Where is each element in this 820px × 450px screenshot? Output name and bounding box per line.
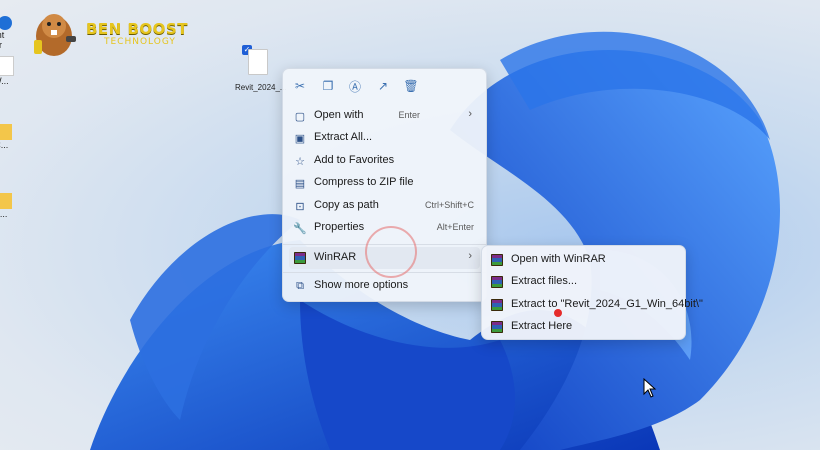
menu-item-label: WinRAR (314, 251, 357, 263)
beaver-logo-icon (34, 14, 76, 56)
menu-item-label: Open with (314, 109, 364, 121)
submenu-item-label: Extract Here (511, 320, 573, 332)
desktop-icon-3[interactable]: RC... (0, 124, 18, 150)
submenu-item-label: Extract files... (511, 275, 578, 287)
desktop-icon-2[interactable]: AW... (0, 56, 18, 86)
winrar-icon (491, 299, 503, 311)
desktop-icon-label: er (0, 40, 2, 50)
menu-item-open-with[interactable]: ▢ Open with Enter › (289, 105, 480, 127)
file-icon (248, 49, 268, 75)
zip-icon: ▤ (294, 177, 306, 190)
menu-item-label: Copy as path (314, 199, 379, 211)
path-icon: ⊡ (295, 200, 305, 213)
winrar-icon (491, 276, 503, 288)
chevron-right-icon: › (468, 250, 472, 262)
winrar-icon (491, 321, 503, 333)
menu-item-label: Add to Favorites (314, 154, 395, 166)
menu-item-copy-path[interactable]: ⊡ Copy as path Ctrl+Shift+C (289, 195, 480, 217)
submenu-item-extract-to-folder[interactable]: Extract to "Revit_2024_G1_Win_64bit\" (488, 294, 703, 316)
channel-logo (28, 6, 84, 67)
desktop-file-revit[interactable]: ✓ Revit_2024_... (233, 44, 287, 94)
desktop-icon-label: P -... (0, 209, 8, 219)
winrar-submenu: Open with WinRAR Extract files... Extrac… (481, 245, 703, 340)
cut-icon[interactable]: ✂ (291, 77, 309, 95)
more-options-icon: ⧉ (296, 279, 304, 292)
rename-icon[interactable]: Ⓐ (346, 77, 364, 95)
submenu-item-extract-files[interactable]: Extract files... (488, 271, 679, 293)
menu-item-label: Show more options (314, 279, 409, 291)
click-indicator (365, 226, 417, 278)
menu-item-compress-zip[interactable]: ▤ Compress to ZIP file (289, 172, 480, 194)
menu-item-show-more-options[interactable]: ⧉ Show more options (289, 275, 480, 297)
logo-title: BEN BOOST (86, 20, 188, 38)
menu-item-label: Extract All... (314, 131, 373, 143)
star-icon: ☆ (295, 155, 305, 168)
desktop-icon-label: RC... (0, 140, 9, 150)
cursor-dot (554, 309, 562, 317)
submenu-item-open-with-winrar[interactable]: Open with WinRAR (488, 249, 679, 271)
delete-icon[interactable]: 🗑 (402, 77, 420, 95)
desktop-icon-label: ont (0, 30, 5, 40)
menu-item-label: Compress to ZIP file (314, 176, 414, 188)
copy-icon[interactable]: ❐ (319, 77, 337, 95)
menu-item-extract-all[interactable]: ▣ Extract All... (289, 127, 480, 149)
menu-item-shortcut: Enter (398, 110, 420, 120)
file-label: Revit_2024_... (235, 83, 287, 92)
context-menu-icon-bar: ✂ ❐ Ⓐ ↗ 🗑 (283, 69, 486, 103)
mouse-cursor-icon (643, 378, 657, 398)
logo-subtitle: TECHNOLOGY (104, 37, 176, 47)
desktop-icon-1[interactable]: ont er (0, 16, 18, 50)
winrar-icon (491, 254, 503, 266)
menu-item-add-favorites[interactable]: ☆ Add to Favorites (289, 150, 480, 172)
desktop-icon-4[interactable]: P -... (0, 193, 18, 219)
menu-item-label: Properties (314, 221, 365, 233)
menu-item-shortcut: Ctrl+Shift+C (424, 200, 474, 210)
desktop-icon-label: AW... (0, 76, 9, 86)
open-with-icon: ▢ (294, 110, 306, 123)
share-icon[interactable]: ↗ (374, 77, 392, 95)
winrar-icon (293, 251, 307, 265)
menu-item-shortcut: Alt+Enter (436, 222, 474, 232)
extract-all-icon: ▣ (294, 132, 306, 145)
chevron-right-icon: › (468, 108, 472, 120)
wrench-icon: 🔧 (293, 222, 307, 235)
submenu-item-label: Open with WinRAR (511, 253, 606, 265)
submenu-item-label: Extract to "Revit_2024_G1_Win_64bit\" (511, 298, 703, 310)
submenu-item-extract-here[interactable]: Extract Here (488, 316, 679, 338)
